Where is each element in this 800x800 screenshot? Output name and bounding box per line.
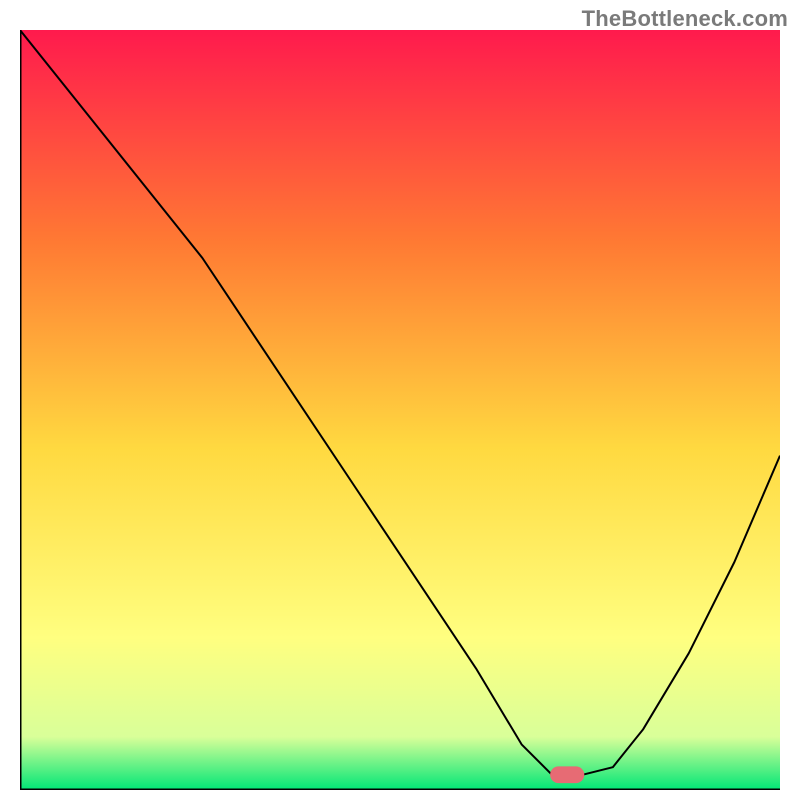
optimal-marker [550, 766, 584, 783]
watermark-text: TheBottleneck.com [582, 6, 788, 32]
chart-svg [20, 30, 780, 790]
chart-background [20, 30, 780, 790]
chart-area [20, 30, 780, 790]
